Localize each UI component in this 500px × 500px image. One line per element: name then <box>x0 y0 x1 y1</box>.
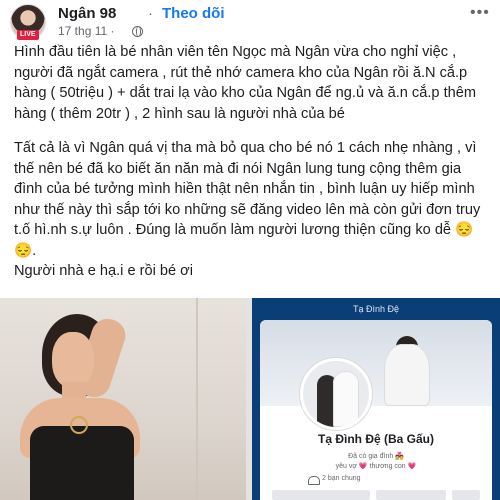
friends-icon <box>308 476 320 485</box>
follow-button[interactable]: Theo dõi <box>162 5 225 22</box>
mutual-friends: 2 bạn chung <box>322 475 361 482</box>
photo-profile-screenshot[interactable]: Tạ Đình Đệ Tạ Đình Đệ (Ba Gấu) Đã có gia… <box>252 298 500 500</box>
profile-card: Tạ Đình Đệ (Ba Gấu) Đã có gia đình 💑 yêu… <box>260 320 492 500</box>
author-name[interactable]: Ngân 98 <box>58 5 116 22</box>
live-badge: LIVE <box>17 30 39 40</box>
post-header: LIVE Ngân 98 · Theo dõi 17 thg 11 · ••• <box>0 0 500 40</box>
globe-icon <box>132 26 143 37</box>
more-horizontal-icon[interactable]: ••• <box>470 4 490 22</box>
profile-name: Tạ Đình Đệ (Ba Gấu) <box>317 432 434 446</box>
profile-action-button <box>452 490 480 500</box>
avatar-bride <box>333 371 359 427</box>
photo-employee[interactable] <box>0 298 246 500</box>
profile-action-button <box>272 490 370 500</box>
screenshot-topbar: Tạ Đình Đệ <box>252 298 500 320</box>
photo-clothes <box>30 426 134 500</box>
necklace-detail <box>70 416 88 434</box>
post-body: Hình đầu tiên là bé nhân viên tên Ngọc m… <box>14 42 490 282</box>
cover-person <box>384 344 430 406</box>
photo-face <box>52 332 94 388</box>
post-timestamp[interactable]: 17 thg 11 · <box>58 24 114 38</box>
profile-bio: yêu vợ 💗 thương con 💗 <box>335 463 417 470</box>
post-paragraph: Người nhà e hạ.i e rồi bé ơi <box>14 263 193 279</box>
author-avatar[interactable]: LIVE <box>10 4 46 40</box>
separator-dot: · <box>148 5 153 22</box>
wall-detail <box>196 298 198 500</box>
post-paragraph: Hình đầu tiên là bé nhân viên tên Ngọc m… <box>14 44 477 122</box>
profile-status: Đã có gia đình 💑 <box>348 453 404 460</box>
profile-avatar <box>300 358 372 430</box>
cover-photo <box>260 320 492 406</box>
photo-grid: Tạ Đình Đệ Tạ Đình Đệ (Ba Gấu) Đã có gia… <box>0 298 500 500</box>
profile-action-row <box>272 490 480 500</box>
post-paragraph: Tất cả là vì Ngân quá vị tha mà bỏ qua c… <box>14 140 481 259</box>
profile-action-button <box>376 490 446 500</box>
